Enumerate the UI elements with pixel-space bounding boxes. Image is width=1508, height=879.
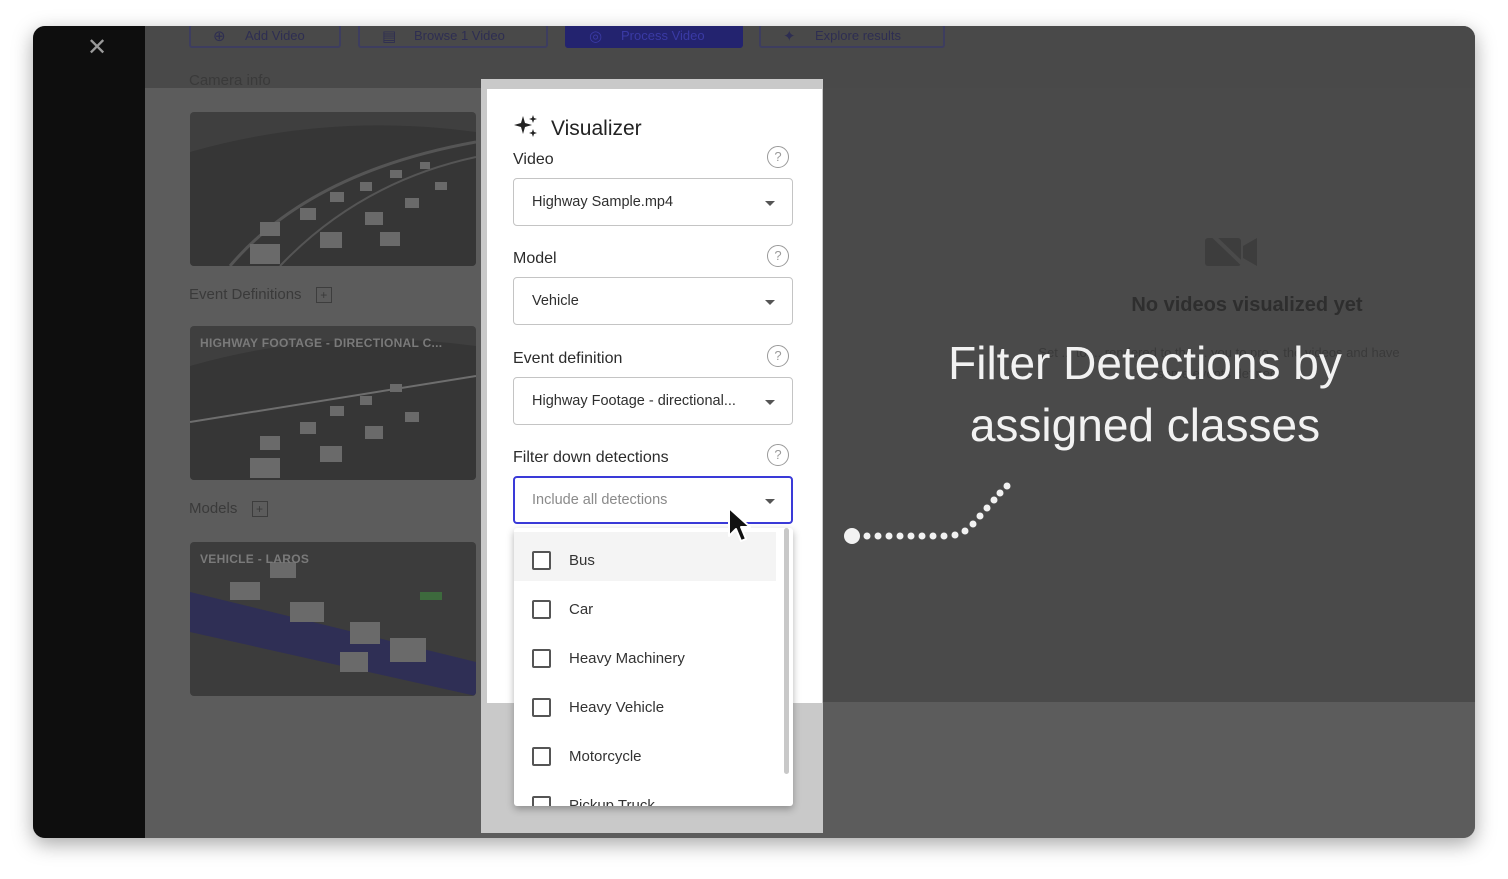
camera-thumbnail[interactable] [190,112,476,266]
nav-rail: ✕ [33,26,145,838]
visualizer-title: Visualizer [551,117,642,140]
chevron-down-icon [765,499,775,504]
event-definition-thumbnail[interactable]: HIGHWAY FOOTAGE - DIRECTIONAL C... [190,326,476,480]
chevron-down-icon [765,400,775,405]
checkbox[interactable] [532,551,551,570]
option-label: Bus [569,552,595,569]
add-model-icon[interactable]: + [251,501,268,518]
browse-video-label: Browse 1 Video [414,28,505,43]
video-select-value: Highway Sample.mp4 [532,194,674,210]
video-label: Video [513,151,554,168]
model-help-icon[interactable]: ? [767,245,789,267]
tools-icon[interactable]: ✕ [83,34,111,62]
option-label: Motorcycle [569,748,642,765]
event-definitions-heading: Event Definitions + [189,286,332,304]
plus-circle-icon: ⊕ [213,28,226,45]
checkbox[interactable] [532,747,551,766]
filter-help-icon[interactable]: ? [767,444,789,466]
event-definition-label: Event definition [513,350,623,367]
checkbox[interactable] [532,600,551,619]
option-heavy-machinery[interactable]: Heavy Machinery [514,630,776,679]
event-definition-value: Highway Footage - directional... [532,393,736,409]
annotation-line-1: Filter Detections by [948,337,1342,389]
detection-class-dropdown: Bus Car Heavy Machinery Heavy Vehicle Mo… [514,528,793,806]
option-label: Pickup Truck [569,797,655,806]
checkbox[interactable] [532,649,551,668]
event-definitions-label: Event Definitions [189,286,302,303]
models-label: Models [189,500,238,517]
camera-info-heading: Camera info [189,72,271,89]
sparkle-icon [514,115,537,137]
models-heading: Models + [189,500,268,518]
option-motorcycle[interactable]: Motorcycle [514,728,776,777]
filter-detections-placeholder: Include all detections [532,492,668,508]
option-label: Heavy Vehicle [569,699,665,716]
option-heavy-vehicle[interactable]: Heavy Vehicle [514,679,776,728]
list-icon: ▤ [382,28,397,45]
annotation-caption: Filter Detections by assigned classes [884,332,1406,456]
process-icon: ◎ [589,28,603,45]
add-video-label: Add Video [245,28,305,43]
event-thumb-title: HIGHWAY FOOTAGE - DIRECTIONAL C... [200,336,443,350]
add-video-button[interactable]: ⊕ Add Video [189,26,341,48]
option-label: Heavy Machinery [569,650,685,667]
event-help-icon[interactable]: ? [767,345,789,367]
video-off-icon [1201,226,1261,291]
mouse-pointer-icon [728,507,751,542]
checkbox[interactable] [532,698,551,717]
chevron-down-icon [765,201,775,206]
model-label: Model [513,250,557,267]
model-thumb-title: VEHICLE - LAROS [200,552,310,566]
model-select[interactable]: Vehicle [513,277,793,325]
sparkle-small-icon: ✦ [783,28,796,45]
video-help-icon[interactable]: ? [767,146,789,168]
checkbox[interactable] [532,796,551,806]
browse-video-button[interactable]: ▤ Browse 1 Video [358,26,548,48]
option-car[interactable]: Car [514,581,776,630]
filter-detections-label: Filter down detections [513,449,669,466]
empty-state-title: No videos visualized yet [1131,294,1363,316]
chevron-down-icon [765,300,775,305]
explore-results-button[interactable]: ✦ Explore results [759,26,945,48]
video-select[interactable]: Highway Sample.mp4 [513,178,793,226]
process-video-button[interactable]: ◎ Process Video [565,26,743,48]
model-select-value: Vehicle [532,293,579,309]
dropdown-scrollbar[interactable] [784,528,789,774]
explore-results-label: Explore results [815,28,901,43]
dotted-arrow-icon [844,482,1011,544]
highway-image [190,112,476,266]
event-definition-select[interactable]: Highway Footage - directional... [513,377,793,425]
process-video-label: Process Video [621,28,705,43]
annotation-line-2: assigned classes [969,399,1321,451]
add-event-icon[interactable]: + [315,287,332,304]
option-label: Car [569,601,594,618]
model-thumbnail[interactable]: VEHICLE - LAROS [190,542,476,696]
option-pickup-truck[interactable]: Pickup Truck [514,777,776,806]
